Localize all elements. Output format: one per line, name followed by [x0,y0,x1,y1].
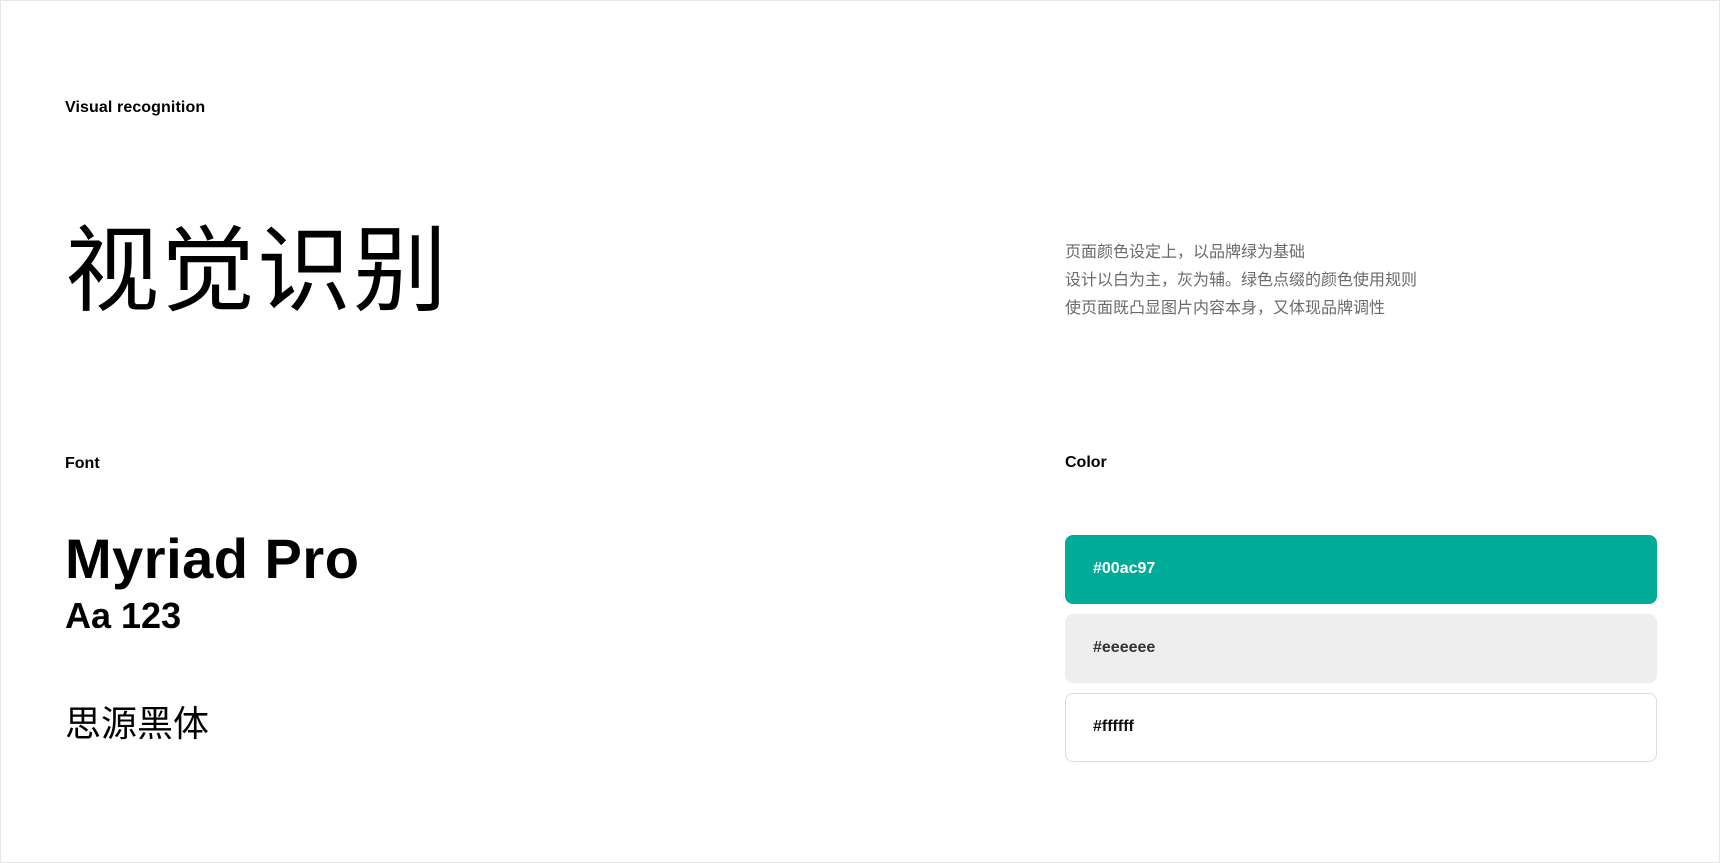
intro-line: 使页面既凸显图片内容本身，又体现品牌调性 [1065,300,1386,317]
section-eyebrow: Visual recognition [65,99,206,116]
intro-paragraph: 页面颜色设定上，以品牌绿为基础 设计以白为主，灰为辅。绿色点缀的颜色使用规则 使… [1065,239,1585,323]
swatch-hex-label: #eeeeee [1093,639,1156,656]
secondary-font-name: 思源黑体 [65,704,210,745]
color-swatch-light-gray: #eeeeee [1065,614,1657,683]
swatch-hex-label: #ffffff [1093,718,1134,735]
page-title: 视觉识别 [65,217,450,326]
color-swatch-list: #00ac97 #eeeeee #ffffff [1065,535,1657,772]
primary-font-sample: Aa 123 [65,595,182,636]
color-swatch-brand-green: #00ac97 [1065,535,1657,604]
font-section-label: Font [65,455,100,472]
page: Visual recognition 视觉识别 页面颜色设定上，以品牌绿为基础 … [0,0,1720,863]
intro-line: 设计以白为主，灰为辅。绿色点缀的颜色使用规则 [1065,272,1418,289]
primary-font-name: Myriad Pro [65,527,360,590]
intro-line: 页面颜色设定上，以品牌绿为基础 [1065,244,1306,261]
swatch-hex-label: #00ac97 [1093,560,1156,577]
color-section-label: Color [1065,454,1107,471]
color-swatch-white: #ffffff [1065,693,1657,762]
